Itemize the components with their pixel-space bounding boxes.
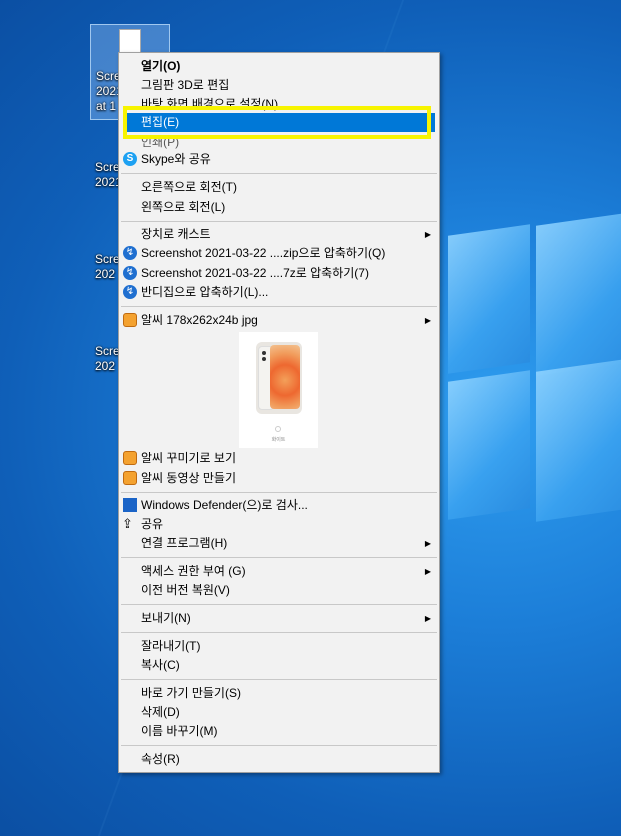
menu-separator [121, 604, 437, 605]
menu-item-paint3d[interactable]: 그림판 3D로 편집 [119, 76, 439, 95]
submenu-arrow-icon: ▶ [424, 539, 431, 548]
menu-item-alsee-video[interactable]: 알씨 동영상 만들기 [119, 469, 439, 488]
submenu-arrow-icon: ▶ [424, 230, 431, 239]
menu-item-give-access[interactable]: 액세스 권한 부여 (G) ▶ [119, 562, 439, 581]
menu-item-cast[interactable]: 장치로 캐스트 ▶ [119, 225, 439, 244]
preview-caption: 화이트 [271, 437, 286, 443]
menu-separator [121, 745, 437, 746]
menu-separator [121, 679, 437, 680]
menu-separator [121, 492, 437, 493]
menu-item-skype-share[interactable]: S Skype와 공유 [119, 150, 439, 169]
menu-separator [121, 632, 437, 633]
menu-item-7z[interactable]: ↯ Screenshot 2021-03-22 ....7z로 압축하기(7) [119, 264, 439, 283]
menu-item-alsee-info[interactable]: 알씨 178x262x24b jpg ▶ [119, 311, 439, 330]
menu-separator [121, 221, 437, 222]
skype-icon: S [123, 152, 137, 166]
menu-item-rename[interactable]: 이름 바꾸기(M) [119, 722, 439, 741]
menu-item-cut[interactable]: 잘라내기(T) [119, 637, 439, 656]
submenu-arrow-icon: ▶ [424, 316, 431, 325]
menu-item-defender[interactable]: Windows Defender(으)로 검사... [119, 496, 439, 515]
menu-separator [121, 557, 437, 558]
menu-item-delete[interactable]: 삭제(D) [119, 703, 439, 722]
alsee-icon [123, 471, 137, 485]
menu-item-open[interactable]: 열기(O) [119, 57, 439, 76]
bandizip-icon: ↯ [123, 246, 137, 260]
bandizip-icon: ↯ [123, 266, 137, 280]
menu-item-share[interactable]: ⇪ 공유 [119, 515, 439, 534]
menu-item-create-shortcut[interactable]: 바로 가기 만들기(S) [119, 684, 439, 703]
menu-item-zip[interactable]: ↯ Screenshot 2021-03-22 ....zip으로 압축하기(Q) [119, 244, 439, 263]
menu-separator [121, 173, 437, 174]
alsee-icon [123, 313, 137, 327]
submenu-arrow-icon: ▶ [424, 614, 431, 623]
bandizip-icon: ↯ [123, 285, 137, 299]
windows-defender-icon [123, 498, 137, 512]
menu-item-rotate-right[interactable]: 오른쪽으로 회전(T) [119, 178, 439, 197]
menu-item-alsee-decorate[interactable]: 알씨 꾸미기로 보기 [119, 449, 439, 468]
submenu-arrow-icon: ▶ [424, 567, 431, 576]
menu-item-restore-versions[interactable]: 이전 버전 복원(V) [119, 581, 439, 600]
menu-item-properties[interactable]: 속성(R) [119, 750, 439, 769]
alsee-icon [123, 451, 137, 465]
menu-item-bandizip[interactable]: ↯ 반디집으로 압축하기(L)... [119, 283, 439, 302]
image-preview-thumbnail: 화이트 [239, 332, 318, 448]
menu-item-rotate-left[interactable]: 왼쪽으로 회전(L) [119, 198, 439, 217]
context-menu: 열기(O) 그림판 3D로 편집 바탕 화면 배경으로 설정(N) 편집(E) … [118, 52, 440, 773]
menu-item-send-to[interactable]: 보내기(N) ▶ [119, 609, 439, 628]
annotation-highlight-box [123, 106, 431, 139]
menu-item-open-with[interactable]: 연결 프로그램(H) ▶ [119, 534, 439, 553]
phone-image [256, 342, 302, 414]
menu-item-copy[interactable]: 복사(C) [119, 656, 439, 675]
windows-logo [448, 210, 621, 560]
menu-separator [121, 306, 437, 307]
share-icon: ⇪ [122, 516, 133, 531]
